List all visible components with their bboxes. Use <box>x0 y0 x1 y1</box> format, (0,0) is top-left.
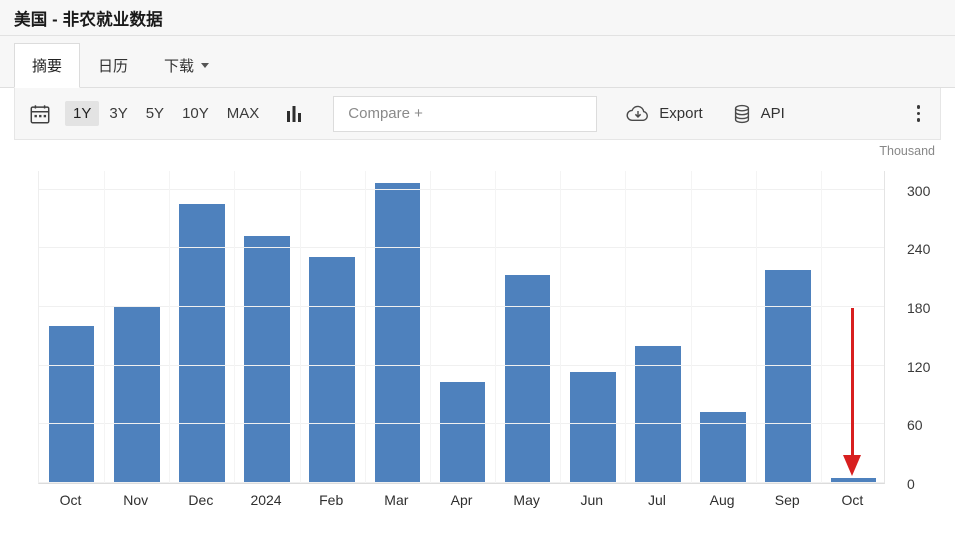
export-button[interactable]: Export <box>625 103 703 125</box>
chevron-down-icon <box>201 63 210 68</box>
calendar-icon[interactable] <box>29 103 51 125</box>
tab-calendar[interactable]: 日历 <box>80 43 146 87</box>
chart-bar[interactable] <box>48 325 95 483</box>
vertical-gridline <box>234 171 236 483</box>
kebab-dot <box>916 111 920 116</box>
chart-bar[interactable] <box>765 269 812 483</box>
range-1y[interactable]: 1Y <box>65 101 100 126</box>
x-axis-tick-label: Dec <box>188 492 214 508</box>
vertical-gridline <box>364 171 366 483</box>
x-axis-tick-label: Jul <box>648 492 666 508</box>
chart-unit-label: Thousand <box>879 144 935 158</box>
vertical-gridline <box>560 171 562 483</box>
tab-summary-label: 摘要 <box>32 58 63 75</box>
y-axis-tick-label: 0 <box>907 476 915 492</box>
vertical-gridline <box>625 171 627 483</box>
chart-toolbar: 1Y 3Y 5Y 10Y MAX Export <box>14 88 941 140</box>
chart-bar[interactable] <box>570 371 616 483</box>
x-axis-tick-label: Mar <box>384 492 409 508</box>
vertical-gridline <box>690 171 692 483</box>
gridline <box>39 247 884 249</box>
export-label: Export <box>659 105 703 122</box>
api-label: API <box>760 105 785 122</box>
y-axis-tick-label: 300 <box>907 182 931 199</box>
x-axis-tick-label: Oct <box>841 492 864 508</box>
tab-download[interactable]: 下载 <box>146 43 227 87</box>
range-3y[interactable]: 3Y <box>101 101 135 126</box>
x-axis-tick-label: May <box>513 492 540 508</box>
tab-summary[interactable]: 摘要 <box>14 43 81 88</box>
kebab-menu-icon[interactable] <box>911 101 927 126</box>
y-axis-tick-label: 120 <box>907 358 931 375</box>
kebab-dot <box>916 105 920 109</box>
chart-bar[interactable] <box>179 204 225 483</box>
api-button[interactable]: API <box>731 103 785 125</box>
x-axis-tick-label: Jun <box>580 492 604 508</box>
chart-container: Thousand 0 60 120 180 240 300 Oct Nov Dec 2024 Fe… <box>14 140 941 524</box>
vertical-gridline <box>755 171 757 483</box>
y-axis-tick-label: 240 <box>907 241 931 258</box>
compare-input[interactable] <box>346 104 585 123</box>
x-axis-tick-label: 2024 <box>250 492 282 508</box>
bar-chart-icon[interactable] <box>283 103 309 125</box>
vertical-gridline <box>495 171 497 483</box>
x-axis-tick-label: Oct <box>59 492 82 508</box>
chart-bar[interactable] <box>374 182 421 483</box>
gridline <box>39 423 884 425</box>
database-icon <box>731 103 753 125</box>
vertical-gridline <box>820 171 822 483</box>
tab-download-label: 下载 <box>164 58 195 75</box>
vertical-gridline <box>299 171 301 483</box>
chart-bar[interactable] <box>244 235 290 483</box>
vertical-gridline <box>429 171 431 483</box>
range-selector: 1Y 3Y 5Y 10Y MAX <box>65 101 269 126</box>
kebab-dot <box>916 118 920 122</box>
vertical-gridline <box>169 171 171 483</box>
chart-bar[interactable] <box>113 306 160 483</box>
gridline <box>39 188 884 190</box>
vertical-gridline <box>104 171 106 483</box>
range-5y[interactable]: 5Y <box>138 101 172 126</box>
chart-bar[interactable] <box>309 257 355 483</box>
page-title: 美国 - 非农就业数据 <box>14 10 163 29</box>
chart-bars-layer <box>39 171 884 483</box>
x-axis-tick-label: Nov <box>123 492 149 508</box>
page-header: 美国 - 非农就业数据 <box>0 0 955 36</box>
gridline <box>39 482 884 483</box>
tab-bar: 摘要 日历 下载 <box>0 36 955 88</box>
chart-bar[interactable] <box>635 346 681 483</box>
chart-plot-area[interactable] <box>38 171 885 484</box>
gridline <box>39 364 884 366</box>
chart-bar[interactable] <box>439 382 486 483</box>
x-axis-tick-label: Sep <box>774 492 800 508</box>
x-axis-tick-label: Feb <box>319 492 344 508</box>
x-axis-labels: Oct Nov Dec 2024 Feb Mar Apr May Jun Jul Aug Sep Oct <box>38 492 885 516</box>
cloud-download-icon <box>625 103 651 125</box>
range-10y[interactable]: 10Y <box>174 101 217 126</box>
gridline <box>39 305 884 307</box>
chart-bar[interactable] <box>700 411 746 483</box>
y-axis-tick-label: 60 <box>907 417 923 434</box>
tab-calendar-label: 日历 <box>98 58 129 75</box>
x-axis-tick-label: Aug <box>709 492 735 508</box>
compare-field[interactable] <box>333 95 598 132</box>
y-axis-tick-label: 180 <box>907 299 931 316</box>
annotation-arrow-shaft <box>850 307 854 458</box>
x-axis-tick-label: Apr <box>450 492 473 508</box>
annotation-arrow-head <box>843 455 862 477</box>
range-max[interactable]: MAX <box>219 101 268 126</box>
